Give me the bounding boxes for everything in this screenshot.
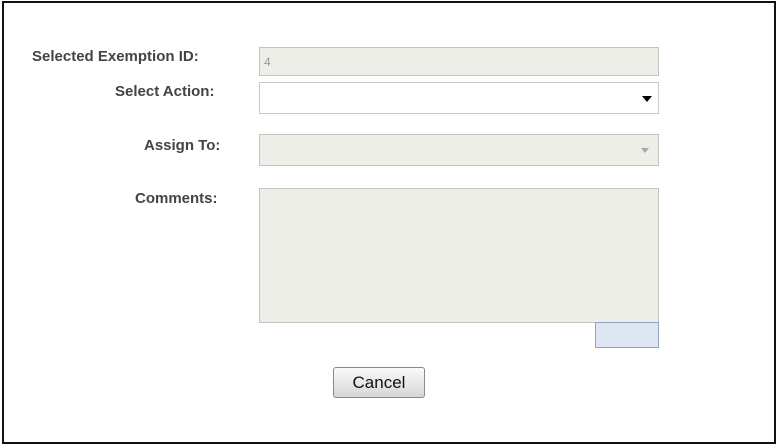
chevron-down-icon[interactable] [642,96,652,102]
comments-label: Comments: [135,190,218,207]
cancel-button[interactable]: Cancel [333,367,425,398]
select-action-dropdown[interactable] [259,82,659,114]
exemption-id-label: Selected Exemption ID: [32,48,199,65]
dialog-frame: Selected Exemption ID: 4 Select Action: … [2,1,776,444]
assign-to-label: Assign To: [144,137,221,154]
exemption-id-field: 4 [259,47,659,76]
assign-to-dropdown [259,134,659,166]
chevron-down-icon [641,148,649,153]
comments-textarea[interactable] [259,188,659,323]
comments-char-counter [595,322,659,348]
select-action-label: Select Action: [115,83,215,100]
